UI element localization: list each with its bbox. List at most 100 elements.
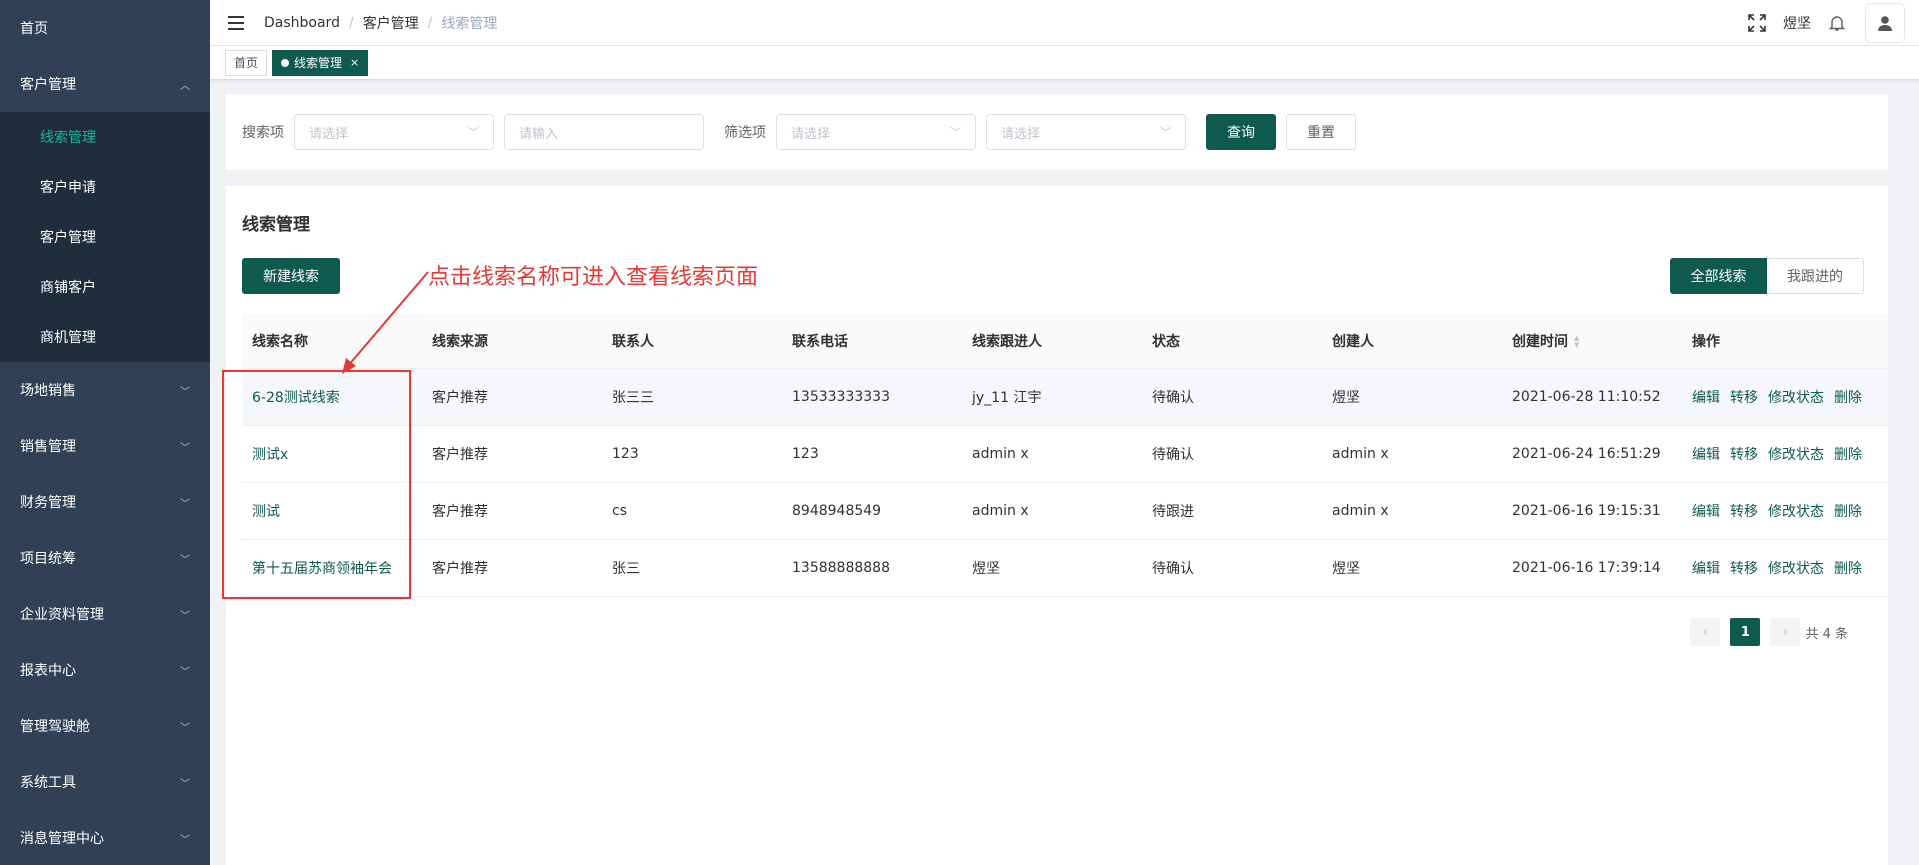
sidebar-subitem-label: 商铺客户: [40, 280, 96, 296]
search-input[interactable]: 请输入: [504, 114, 704, 150]
sidebar-item-label: 消息管理中心: [20, 831, 104, 847]
sidebar-submenu: 线索管理 客户申请 客户管理 商铺客户 商机管理: [0, 112, 210, 362]
sort-icon[interactable]: ▲ ▼: [1574, 334, 1579, 349]
change-status-link[interactable]: 修改状态: [1768, 504, 1824, 520]
breadcrumb-item-current: 线索管理: [441, 15, 498, 32]
pagination-total: 共 4 条: [1805, 626, 1848, 642]
sidebar-item-label: 企业资料管理: [20, 607, 104, 623]
table-cell: admin x: [1322, 482, 1502, 540]
sidebar-item-label: 首页: [20, 21, 48, 37]
sidebar-subitem-leads[interactable]: 线索管理: [0, 112, 210, 162]
fullscreen-icon[interactable]: [1739, 13, 1775, 32]
column-header-sortable[interactable]: 创建时间 ▲ ▼: [1502, 314, 1682, 369]
breadcrumb-item[interactable]: Dashboard: [264, 15, 340, 31]
edit-link[interactable]: 编辑: [1692, 390, 1720, 406]
bell-icon[interactable]: [1819, 14, 1855, 32]
sidebar-item-customer-management[interactable]: 客户管理 ︿: [0, 56, 210, 112]
table-cell: 8948948549: [782, 482, 962, 540]
leads-filter-toggle: 全部线索 我跟进的: [1670, 258, 1864, 294]
transfer-link[interactable]: 转移: [1730, 561, 1758, 577]
filter-select-2[interactable]: 请选择 ﹀: [986, 114, 1186, 150]
table-cell: admin x: [962, 425, 1142, 483]
my-leads-button[interactable]: 我跟进的: [1767, 258, 1864, 294]
sidebar-subitem-customer-apply[interactable]: 客户申请: [0, 162, 210, 212]
leads-table: 线索名称 线索来源 联系人 联系电话 线索跟进人 状态 创建人 创建时间 ▲ ▼ 操…: [242, 314, 1888, 597]
change-status-link[interactable]: 修改状态: [1768, 561, 1824, 577]
table-cell: 待确认: [1142, 539, 1322, 597]
sidebar-item-label: 管理驾驶舱: [20, 719, 90, 735]
page-number-current[interactable]: 1: [1730, 618, 1761, 646]
search-field-select[interactable]: 请选择 ﹀: [294, 114, 494, 150]
new-lead-button[interactable]: 新建线索: [242, 258, 340, 294]
user-avatar[interactable]: [1865, 2, 1905, 43]
sidebar-item-finance[interactable]: 财务管理 ﹀: [0, 474, 210, 530]
chevron-down-icon: ﹀: [180, 722, 190, 734]
table-cell: 123: [782, 425, 962, 483]
chevron-down-icon: ﹀: [180, 442, 190, 454]
sidebar-item-messages[interactable]: 消息管理中心 ﹀: [0, 810, 210, 865]
sidebar-item-home[interactable]: 首页: [0, 0, 210, 56]
table-cell: 煜坚: [962, 539, 1142, 597]
table-cell: 客户推荐: [422, 482, 602, 540]
table-cell: admin x: [1322, 425, 1502, 483]
sidebar-item-enterprise-data[interactable]: 企业资料管理 ﹀: [0, 586, 210, 642]
query-button[interactable]: 查询: [1206, 114, 1276, 150]
chevron-down-icon: ﹀: [180, 778, 190, 790]
column-header: 创建人: [1322, 314, 1502, 369]
table-cell: 煜坚: [1322, 368, 1502, 426]
breadcrumb-separator: /: [348, 14, 354, 31]
sidebar-item-sales[interactable]: 销售管理 ﹀: [0, 418, 210, 474]
sidebar-subitem-customers[interactable]: 客户管理: [0, 212, 210, 262]
all-leads-button[interactable]: 全部线索: [1670, 258, 1767, 294]
sidebar-item-system-tools[interactable]: 系统工具 ﹀: [0, 754, 210, 810]
select-placeholder: 请选择: [309, 126, 349, 142]
sidebar-subitem-shop-customers[interactable]: 商铺客户: [0, 262, 210, 312]
edit-link[interactable]: 编辑: [1692, 447, 1720, 463]
transfer-link[interactable]: 转移: [1730, 447, 1758, 463]
table-cell: 客户推荐: [422, 368, 602, 426]
sidebar-item-label: 财务管理: [20, 495, 76, 511]
chevron-down-icon: ﹀: [180, 666, 190, 678]
next-page-button[interactable]: ›: [1770, 618, 1801, 646]
delete-link[interactable]: 删除: [1834, 390, 1862, 406]
user-icon: [1878, 15, 1892, 31]
column-header: 线索跟进人: [962, 314, 1142, 369]
change-status-link[interactable]: 修改状态: [1768, 447, 1824, 463]
table-cell: 待确认: [1142, 368, 1322, 426]
navbar-right: 煜坚: [1739, 0, 1919, 46]
input-placeholder: 请输入: [519, 126, 559, 142]
table-row: 测试x 客户推荐 123 123 admin x 待确认 admin x 202…: [242, 425, 1888, 483]
reset-button[interactable]: 重置: [1286, 114, 1356, 150]
tag-leads[interactable]: 线索管理 ×: [272, 49, 369, 76]
delete-link[interactable]: 删除: [1834, 504, 1862, 520]
sidebar-subitem-opportunities[interactable]: 商机管理: [0, 312, 210, 362]
breadcrumb-separator: /: [427, 14, 433, 31]
sidebar-subitem-label: 商机管理: [40, 330, 96, 346]
transfer-link[interactable]: 转移: [1730, 504, 1758, 520]
tag-home[interactable]: 首页: [225, 49, 268, 76]
delete-link[interactable]: 删除: [1834, 447, 1862, 463]
edit-link[interactable]: 编辑: [1692, 504, 1720, 520]
sidebar: 首页 客户管理 ︿ 线索管理 客户申请 客户管理 商铺客户 商机管理 场地销售 ﹀…: [0, 0, 210, 865]
table-cell: 煜坚: [1322, 539, 1502, 597]
column-header: 操作: [1682, 314, 1888, 369]
hamburger-icon[interactable]: [228, 15, 244, 30]
change-status-link[interactable]: 修改状态: [1768, 390, 1824, 406]
filter-select-1[interactable]: 请选择 ﹀: [776, 114, 976, 150]
table-row: 测试 客户推荐 cs 8948948549 admin x 待跟进 admin …: [242, 482, 1888, 540]
table-row: 第十五届苏商领袖年会 客户推荐 张三 13588888888 煜坚 待确认 煜坚…: [242, 539, 1888, 597]
sidebar-item-venue-sales[interactable]: 场地销售 ﹀: [0, 362, 210, 418]
edit-link[interactable]: 编辑: [1692, 561, 1720, 577]
sidebar-item-cockpit[interactable]: 管理驾驶舱 ﹀: [0, 698, 210, 754]
sidebar-item-reports[interactable]: 报表中心 ﹀: [0, 642, 210, 698]
column-header: 联系电话: [782, 314, 962, 369]
tag-label: 线索管理: [294, 55, 343, 70]
delete-link[interactable]: 删除: [1834, 561, 1862, 577]
prev-page-button[interactable]: ‹: [1690, 618, 1721, 646]
breadcrumb-item[interactable]: 客户管理: [363, 13, 419, 33]
transfer-link[interactable]: 转移: [1730, 390, 1758, 406]
sidebar-item-projects[interactable]: 项目统筹 ﹀: [0, 530, 210, 586]
close-icon[interactable]: ×: [350, 51, 359, 75]
annotation-highlight-box: [222, 370, 411, 599]
table-cell: 123: [602, 425, 782, 483]
